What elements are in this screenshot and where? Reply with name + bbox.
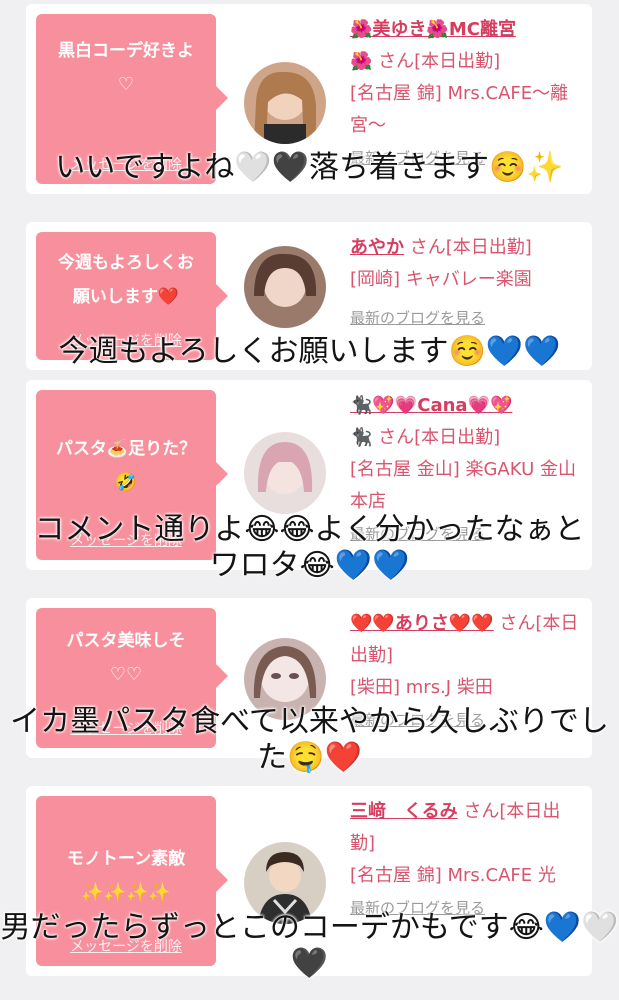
cast-name[interactable]: 三﨑 くるみ bbox=[350, 801, 458, 822]
shop-name[interactable]: [柴田] mrs.J 柴田 bbox=[350, 672, 582, 704]
bubble-tail bbox=[216, 86, 228, 110]
message-text: モノトーン素敵 bbox=[66, 849, 186, 869]
cast-status: さん[本日出勤] bbox=[378, 51, 501, 72]
cast-name-emoji: 🌺 bbox=[350, 51, 373, 72]
shop-name[interactable]: [名古屋 錦] Mrs.CAFE〜離宮〜 bbox=[350, 78, 582, 142]
cast-info: あやか さん[本日出勤] [岡崎] キャバレー楽園 最新のブログを見る bbox=[350, 232, 582, 334]
message-text: パスタ🍝足りた？ bbox=[55, 439, 197, 459]
avatar[interactable] bbox=[244, 246, 326, 328]
cast-name-emoji: 🐈‍⬛ bbox=[350, 427, 373, 448]
bubble-tail bbox=[216, 462, 228, 486]
caption-text: イカ墨パスタ食べて以来やから久しぶりでした🤤❤️ bbox=[10, 704, 609, 775]
message-subtext: ✨✨✨✨ bbox=[81, 882, 171, 903]
cast-name[interactable]: 🐈‍⬛💖💗Cana💗💖 bbox=[350, 395, 512, 416]
avatar[interactable] bbox=[244, 62, 326, 144]
cast-status: さん[本日出勤] bbox=[409, 237, 532, 258]
shop-name[interactable]: [岡崎] キャバレー楽園 bbox=[350, 264, 582, 296]
message-text: パスタ美味しそ bbox=[66, 631, 186, 651]
message-subtext: ♡♡ bbox=[109, 664, 143, 685]
shop-name[interactable]: [名古屋 金山] 楽GAKU 金山本店 bbox=[350, 454, 582, 518]
message-subtext: 🤣 bbox=[114, 472, 138, 493]
cast-status: さん[本日出勤] bbox=[378, 427, 501, 448]
cast-name[interactable]: あやか bbox=[350, 237, 404, 258]
latest-blog-link[interactable]: 最新のブログを見る bbox=[350, 302, 582, 334]
caption-text: いいですよね🤍🖤落ち着きます☺️✨ bbox=[55, 150, 564, 185]
cast-name[interactable]: 🌺美ゆき🌺MC離宮 bbox=[350, 19, 516, 40]
message-subtext: ♡ bbox=[117, 74, 135, 95]
message-text: 黒白コーデ好きよ bbox=[58, 41, 194, 61]
bubble-tail bbox=[216, 868, 228, 892]
bubble-tail bbox=[216, 284, 228, 308]
avatar[interactable] bbox=[244, 432, 326, 514]
bubble-tail bbox=[216, 664, 228, 688]
cast-name[interactable]: ❤️❤️ありさ❤️❤️ bbox=[350, 613, 494, 634]
caption-text: 男だったらずっとこのコーデかもです😂💙🤍🖤 bbox=[0, 910, 619, 981]
message-text: 今週もよろしくお願いします❤️ bbox=[58, 253, 194, 307]
caption-text: 今週もよろしくお願いします☺️💙💙 bbox=[58, 334, 561, 369]
shop-name[interactable]: [名古屋 錦] Mrs.CAFE 光 bbox=[350, 860, 582, 892]
caption-text: コメント通りよ😂😂よく分かったなぁとワロタ😂💙💙 bbox=[34, 512, 585, 583]
cast-info: 三﨑 くるみ さん[本日出勤] [名古屋 錦] Mrs.CAFE 光 最新のブロ… bbox=[350, 796, 582, 924]
